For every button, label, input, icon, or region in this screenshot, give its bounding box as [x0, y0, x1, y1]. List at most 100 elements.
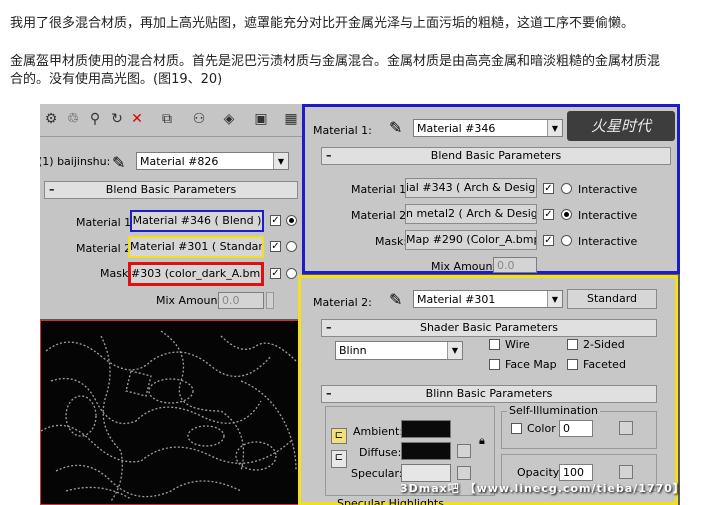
shader-dropdown[interactable]: Blinn ▼ [335, 341, 463, 360]
self-illum-spinner[interactable]: 0 [559, 420, 593, 437]
make-unique-icon[interactable]: ⧉ [158, 110, 176, 128]
material-name-value: Material #346 [417, 122, 496, 135]
diffuse-label: Diffuse: [359, 446, 402, 459]
material1-radio[interactable] [286, 215, 297, 226]
interactive1-label: Interactive [578, 183, 638, 196]
material-id-icon[interactable]: ⚇ [190, 110, 208, 128]
self-illum-color-label: Color [527, 422, 556, 435]
delete-icon[interactable]: ✕ [128, 110, 146, 128]
rollout-shader-basic[interactable]: – Shader Basic Parameters [321, 319, 657, 337]
left-material-editor: ⚙ ♲ ⚲ ↻ ✕ ⧉ ⚇ ◈ ▣ ▦ (1) baijinshu: ✎ Mat… [40, 104, 302, 319]
rollout-title: Blinn Basic Parameters [425, 387, 553, 400]
self-illum-map-button[interactable] [619, 421, 633, 435]
standard-material-panel: Material 2: ✎ Material #301 ▼ Standard –… [298, 275, 678, 505]
mask-radio[interactable] [286, 268, 297, 279]
chevron-down-icon[interactable]: ▼ [273, 153, 288, 169]
material1-checkbox[interactable]: ✓ [270, 215, 281, 226]
face-map-label: Face Map [505, 358, 557, 371]
mask-checkbox[interactable]: ✓ [270, 268, 281, 279]
material-name-prefix: (1) baijinshu: [40, 155, 111, 168]
wire-checkbox[interactable] [489, 339, 500, 350]
blend-material-panel: Material 1: ✎ Material #346 ▼ 火星时代 – Blen… [302, 104, 680, 274]
site-logo: 火星时代 [567, 111, 675, 141]
interactive3-radio[interactable] [561, 235, 572, 246]
specular-map-button[interactable] [457, 466, 471, 480]
material-name-value: Material #826 [140, 155, 219, 168]
lock-ambient-icon[interactable]: ⊏ [331, 428, 347, 444]
two-sided-checkbox[interactable] [567, 339, 578, 350]
material-name-field[interactable]: Material #301 ▼ [413, 290, 563, 308]
lock-diffuse-icon[interactable]: ⊏ [331, 450, 347, 468]
material-name-field[interactable]: Material #346 ▼ [413, 119, 563, 137]
rollout-blend-basic[interactable]: – Blend Basic Parameters [44, 181, 298, 199]
material2-checkbox[interactable]: ✓ [543, 209, 554, 220]
mix-amount-spinner-arrows[interactable] [266, 292, 274, 309]
material2-label: Material 2: [351, 209, 410, 222]
material1-button[interactable]: ial #343 ( Arch & Design ) [405, 178, 537, 198]
self-illumination-label: Self-Illumination [507, 404, 600, 417]
rollout-blinn-basic[interactable]: – Blinn Basic Parameters [321, 385, 657, 403]
mix-amount-label: Mix Amount: [431, 260, 501, 273]
mix-amount-label: Mix Amount: [156, 294, 226, 307]
opacity-map-button[interactable] [619, 465, 633, 479]
eyedropper-icon[interactable]: ✎ [389, 118, 402, 137]
material1-checkbox[interactable]: ✓ [543, 183, 554, 194]
material-name-field[interactable]: Material #826 ▼ [136, 152, 289, 170]
face-map-checkbox[interactable] [489, 359, 500, 370]
specular-label: Specular: [351, 467, 403, 480]
self-illum-color-checkbox[interactable] [511, 423, 522, 434]
opacity-label: Opacity: [517, 466, 563, 479]
interactive2-radio[interactable] [561, 209, 572, 220]
screenshot-composite: ⚙ ♲ ⚲ ↻ ✕ ⧉ ⚇ ◈ ▣ ▦ (1) baijinshu: ✎ Mat… [40, 104, 680, 505]
assign-material-icon[interactable]: ⚲ [86, 110, 104, 128]
eyedropper-icon[interactable]: ✎ [112, 153, 125, 172]
material-name-value: Material #301 [417, 293, 496, 306]
show-end-result-icon[interactable]: ▣ [252, 110, 270, 128]
opacity-spinner[interactable]: 100 [559, 464, 593, 481]
mix-amount-spinner[interactable]: 0.0 [493, 257, 537, 273]
put-to-scene-icon[interactable]: ♲ [64, 110, 82, 128]
chevron-down-icon[interactable]: ▼ [447, 342, 462, 359]
rollout-blend-basic[interactable]: – Blend Basic Parameters [321, 147, 671, 165]
ambient-color-swatch[interactable] [401, 420, 451, 438]
article-line-3: 合的。没有使用高光图。(图19、20) [10, 72, 223, 87]
eyedropper-icon[interactable]: ✎ [389, 290, 402, 309]
article-line-2: 金属盔甲材质使用的混合材质。首先是泥巴污渍材质与金属混合。金属材质是由高亮金属和… [10, 54, 661, 69]
rollout-title: Blend Basic Parameters [430, 149, 562, 162]
chevron-down-icon[interactable]: ▼ [547, 291, 562, 307]
lock-icon[interactable]: 🔒︎ [479, 434, 485, 448]
mix-amount-spinner[interactable]: 0.0 [218, 292, 264, 309]
mask-checkbox[interactable]: ✓ [543, 235, 554, 246]
footer-watermark: 3Dmax吧 【www.linecg.com/tieba/1770】 [400, 482, 680, 495]
mask-button[interactable]: #303 (color_dark_A.bmp) [128, 262, 264, 286]
reset-map-icon[interactable]: ↻ [108, 110, 126, 128]
faceted-checkbox[interactable] [567, 359, 578, 370]
rollout-title: Shader Basic Parameters [419, 321, 559, 334]
chevron-down-icon[interactable]: ▼ [547, 120, 562, 136]
interactive1-radio[interactable] [561, 183, 572, 194]
site-logo-text: 火星时代 [590, 117, 651, 135]
rollout-title: Blend Basic Parameters [105, 183, 237, 196]
go-parent-icon[interactable]: ▦ [282, 110, 300, 128]
toolbar: ⚙ ♲ ⚲ ↻ ✕ ⧉ ⚇ ◈ ▣ ▦ [40, 104, 302, 137]
diffuse-map-button[interactable] [457, 444, 471, 458]
material2-checkbox[interactable]: ✓ [270, 241, 281, 252]
mask-label: Mask: [375, 235, 408, 248]
material2-label: Material 2: [76, 242, 135, 255]
show-map-icon[interactable]: ◈ [220, 110, 238, 128]
ambient-label: Ambient: [353, 425, 404, 438]
material2-button[interactable]: Material #301 ( Standard ) [128, 236, 264, 258]
panel-title-label: Material 2: [313, 296, 372, 309]
pick-material-icon[interactable]: ⚙ [42, 110, 60, 128]
shader-value: Blinn [339, 344, 367, 357]
material2-radio[interactable] [286, 241, 297, 252]
material1-label: Material 1: [76, 216, 135, 229]
mask-button[interactable]: Map #290 (Color_A.bmp) [405, 230, 537, 250]
interactive2-label: Interactive [578, 209, 638, 222]
panel-title-label: Material 1: [313, 124, 372, 137]
interactive3-label: Interactive [578, 235, 638, 248]
material1-button[interactable]: Material #346 ( Blend ) [130, 210, 264, 232]
material2-button[interactable]: n metal2 ( Arch & Design ) [405, 204, 537, 224]
material-type-button[interactable]: Standard [567, 289, 657, 309]
diffuse-color-swatch[interactable] [401, 442, 451, 460]
